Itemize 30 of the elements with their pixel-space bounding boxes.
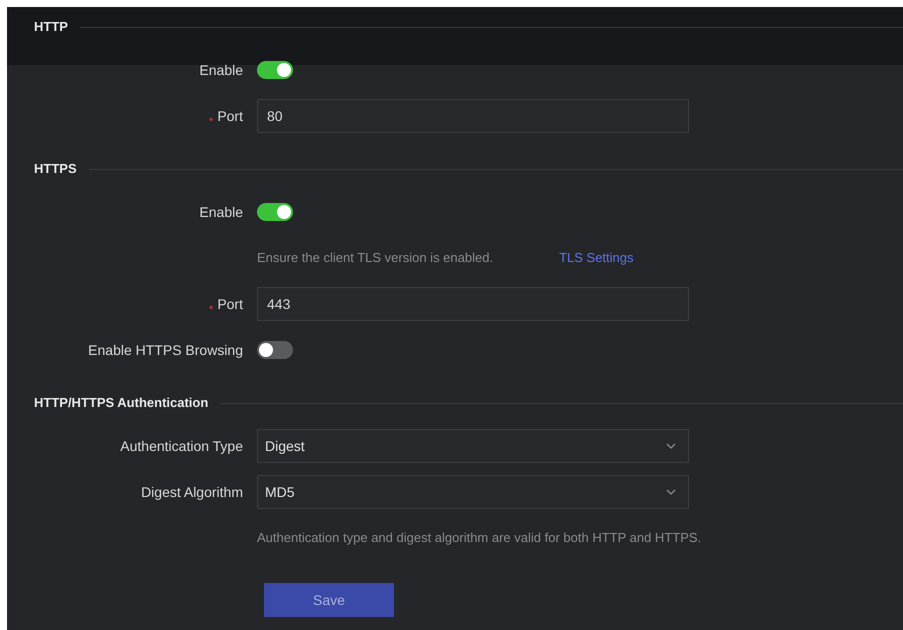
toggle-knob bbox=[277, 63, 291, 77]
toggle-knob bbox=[259, 343, 273, 357]
dropdown-select[interactable]: MD5 bbox=[257, 475, 689, 509]
section-title: HTTP/HTTPS Authentication bbox=[34, 394, 208, 412]
port-input-field[interactable]: 443 bbox=[257, 287, 689, 321]
select-value: Digest bbox=[265, 436, 305, 456]
field-label: Port bbox=[217, 294, 243, 314]
field-label: Port bbox=[217, 106, 243, 126]
field-label: Enable bbox=[199, 202, 243, 222]
field-label: Authentication Type bbox=[120, 436, 243, 456]
tls-settings-link[interactable]: TLS Settings bbox=[559, 248, 634, 268]
chevron-down-icon bbox=[666, 443, 676, 449]
hint-text: Authentication type and digest algorithm are valid for both HTTP and HTTPS. bbox=[257, 529, 702, 548]
field-label: Enable bbox=[199, 60, 243, 80]
chevron-down-icon bbox=[666, 489, 676, 495]
port-input-field[interactable]: 80 bbox=[257, 99, 689, 133]
save-button[interactable]: Save bbox=[264, 583, 394, 617]
toggle-knob bbox=[277, 205, 291, 219]
select-value: MD5 bbox=[265, 482, 295, 502]
field-label: Digest Algorithm bbox=[141, 482, 243, 502]
toggle-switch[interactable] bbox=[257, 203, 293, 221]
section-title: HTTP bbox=[34, 18, 68, 36]
section-title: HTTPS bbox=[34, 160, 77, 178]
toggle-switch[interactable] bbox=[257, 341, 293, 359]
dropdown-select[interactable]: Digest bbox=[257, 429, 689, 463]
toggle-switch[interactable] bbox=[257, 61, 293, 79]
hint-text: Ensure the client TLS version is enabled. bbox=[257, 249, 494, 268]
field-label: Enable HTTPS Browsing bbox=[88, 340, 243, 360]
required-mark: * bbox=[209, 114, 214, 130]
required-mark: * bbox=[209, 302, 214, 318]
